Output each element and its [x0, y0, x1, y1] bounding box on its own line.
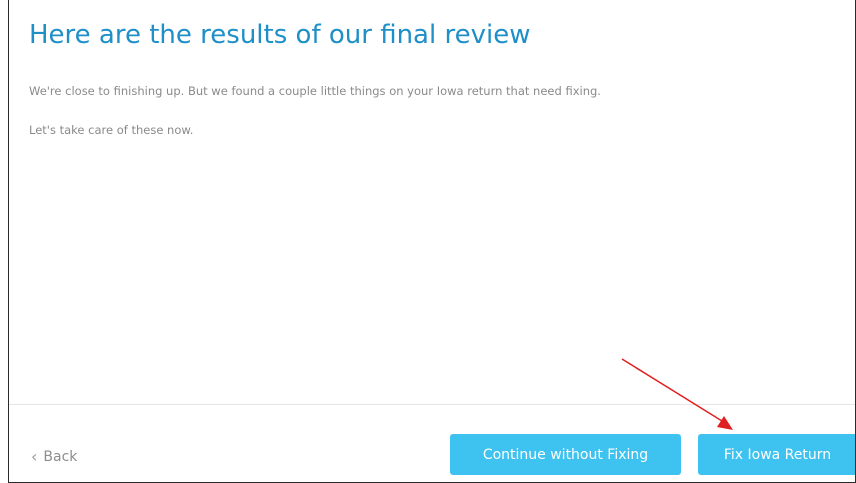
final-review-panel: Here are the results of our final review… — [8, 0, 856, 483]
continue-without-fixing-button[interactable]: Continue without Fixing — [450, 434, 681, 475]
chevron-left-icon: ‹ — [31, 447, 38, 466]
back-label: Back — [43, 449, 78, 465]
fix-iowa-return-button[interactable]: Fix Iowa Return — [698, 434, 855, 475]
intro-text: We're close to finishing up. But we foun… — [29, 84, 601, 98]
back-link[interactable]: ‹ Back — [31, 447, 77, 467]
footer-divider — [9, 404, 855, 405]
instruction-text: Let's take care of these now. — [29, 123, 194, 137]
page-title: Here are the results of our final review — [29, 20, 531, 50]
